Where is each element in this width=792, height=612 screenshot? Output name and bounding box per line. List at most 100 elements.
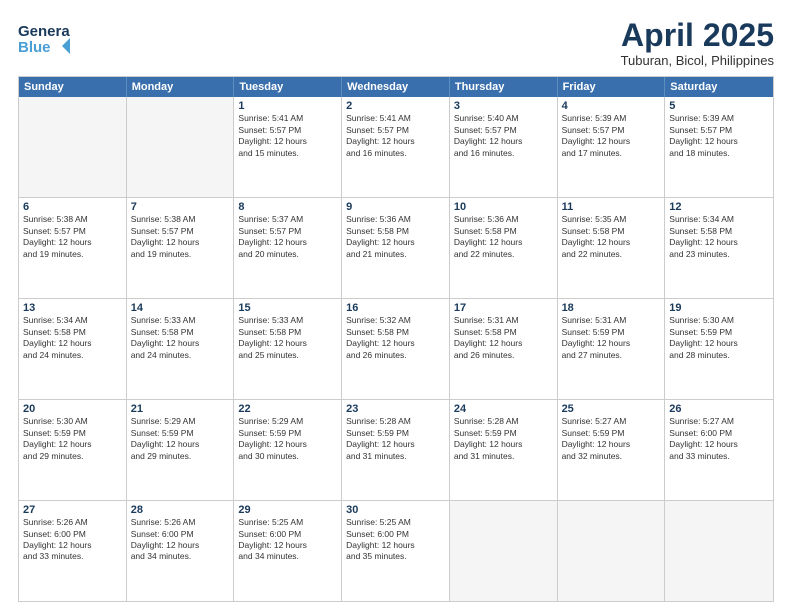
calendar-cell: 6Sunrise: 5:38 AM Sunset: 5:57 PM Daylig… [19, 198, 127, 298]
day-info: Sunrise: 5:26 AM Sunset: 6:00 PM Dayligh… [23, 517, 122, 563]
day-info: Sunrise: 5:28 AM Sunset: 5:59 PM Dayligh… [346, 416, 445, 462]
calendar-cell: 24Sunrise: 5:28 AM Sunset: 5:59 PM Dayli… [450, 400, 558, 500]
day-number: 4 [562, 100, 661, 112]
day-number: 6 [23, 201, 122, 213]
calendar-cell [127, 97, 235, 197]
day-info: Sunrise: 5:29 AM Sunset: 5:59 PM Dayligh… [131, 416, 230, 462]
calendar-cell: 10Sunrise: 5:36 AM Sunset: 5:58 PM Dayli… [450, 198, 558, 298]
calendar: SundayMondayTuesdayWednesdayThursdayFrid… [18, 76, 774, 602]
day-number: 12 [669, 201, 769, 213]
calendar-cell: 1Sunrise: 5:41 AM Sunset: 5:57 PM Daylig… [234, 97, 342, 197]
day-number: 14 [131, 302, 230, 314]
calendar-row-3: 20Sunrise: 5:30 AM Sunset: 5:59 PM Dayli… [19, 399, 773, 500]
header-day-monday: Monday [127, 77, 235, 97]
month-title: April 2025 [621, 18, 774, 53]
day-info: Sunrise: 5:39 AM Sunset: 5:57 PM Dayligh… [669, 113, 769, 159]
calendar-cell: 23Sunrise: 5:28 AM Sunset: 5:59 PM Dayli… [342, 400, 450, 500]
day-number: 2 [346, 100, 445, 112]
day-info: Sunrise: 5:29 AM Sunset: 5:59 PM Dayligh… [238, 416, 337, 462]
location-subtitle: Tuburan, Bicol, Philippines [621, 53, 774, 68]
calendar-cell: 25Sunrise: 5:27 AM Sunset: 5:59 PM Dayli… [558, 400, 666, 500]
day-number: 28 [131, 504, 230, 516]
day-info: Sunrise: 5:34 AM Sunset: 5:58 PM Dayligh… [23, 315, 122, 361]
day-info: Sunrise: 5:28 AM Sunset: 5:59 PM Dayligh… [454, 416, 553, 462]
day-info: Sunrise: 5:27 AM Sunset: 6:00 PM Dayligh… [669, 416, 769, 462]
svg-text:Blue: Blue [18, 39, 51, 56]
day-info: Sunrise: 5:41 AM Sunset: 5:57 PM Dayligh… [346, 113, 445, 159]
day-info: Sunrise: 5:33 AM Sunset: 5:58 PM Dayligh… [238, 315, 337, 361]
calendar-cell: 19Sunrise: 5:30 AM Sunset: 5:59 PM Dayli… [665, 299, 773, 399]
day-info: Sunrise: 5:32 AM Sunset: 5:58 PM Dayligh… [346, 315, 445, 361]
header-day-thursday: Thursday [450, 77, 558, 97]
calendar-cell: 28Sunrise: 5:26 AM Sunset: 6:00 PM Dayli… [127, 501, 235, 601]
day-number: 21 [131, 403, 230, 415]
calendar-cell: 17Sunrise: 5:31 AM Sunset: 5:58 PM Dayli… [450, 299, 558, 399]
day-info: Sunrise: 5:38 AM Sunset: 5:57 PM Dayligh… [131, 214, 230, 260]
calendar-row-2: 13Sunrise: 5:34 AM Sunset: 5:58 PM Dayli… [19, 298, 773, 399]
header-day-saturday: Saturday [665, 77, 773, 97]
calendar-cell: 9Sunrise: 5:36 AM Sunset: 5:58 PM Daylig… [342, 198, 450, 298]
calendar-cell: 21Sunrise: 5:29 AM Sunset: 5:59 PM Dayli… [127, 400, 235, 500]
day-info: Sunrise: 5:35 AM Sunset: 5:58 PM Dayligh… [562, 214, 661, 260]
day-info: Sunrise: 5:27 AM Sunset: 5:59 PM Dayligh… [562, 416, 661, 462]
calendar-cell [450, 501, 558, 601]
calendar-cell: 11Sunrise: 5:35 AM Sunset: 5:58 PM Dayli… [558, 198, 666, 298]
day-number: 5 [669, 100, 769, 112]
calendar-cell: 20Sunrise: 5:30 AM Sunset: 5:59 PM Dayli… [19, 400, 127, 500]
calendar-cell: 18Sunrise: 5:31 AM Sunset: 5:59 PM Dayli… [558, 299, 666, 399]
calendar-cell: 22Sunrise: 5:29 AM Sunset: 5:59 PM Dayli… [234, 400, 342, 500]
day-info: Sunrise: 5:36 AM Sunset: 5:58 PM Dayligh… [346, 214, 445, 260]
day-number: 23 [346, 403, 445, 415]
logo-icon: General Blue [18, 18, 70, 60]
day-info: Sunrise: 5:33 AM Sunset: 5:58 PM Dayligh… [131, 315, 230, 361]
day-number: 29 [238, 504, 337, 516]
day-info: Sunrise: 5:31 AM Sunset: 5:58 PM Dayligh… [454, 315, 553, 361]
day-info: Sunrise: 5:26 AM Sunset: 6:00 PM Dayligh… [131, 517, 230, 563]
day-number: 7 [131, 201, 230, 213]
calendar-cell: 5Sunrise: 5:39 AM Sunset: 5:57 PM Daylig… [665, 97, 773, 197]
day-info: Sunrise: 5:36 AM Sunset: 5:58 PM Dayligh… [454, 214, 553, 260]
day-number: 26 [669, 403, 769, 415]
calendar-cell: 8Sunrise: 5:37 AM Sunset: 5:57 PM Daylig… [234, 198, 342, 298]
day-info: Sunrise: 5:25 AM Sunset: 6:00 PM Dayligh… [346, 517, 445, 563]
day-info: Sunrise: 5:30 AM Sunset: 5:59 PM Dayligh… [669, 315, 769, 361]
calendar-cell: 30Sunrise: 5:25 AM Sunset: 6:00 PM Dayli… [342, 501, 450, 601]
day-info: Sunrise: 5:40 AM Sunset: 5:57 PM Dayligh… [454, 113, 553, 159]
calendar-cell [665, 501, 773, 601]
day-info: Sunrise: 5:34 AM Sunset: 5:58 PM Dayligh… [669, 214, 769, 260]
calendar-cell: 3Sunrise: 5:40 AM Sunset: 5:57 PM Daylig… [450, 97, 558, 197]
day-number: 17 [454, 302, 553, 314]
day-number: 1 [238, 100, 337, 112]
calendar-header: SundayMondayTuesdayWednesdayThursdayFrid… [19, 77, 773, 97]
calendar-row-1: 6Sunrise: 5:38 AM Sunset: 5:57 PM Daylig… [19, 197, 773, 298]
logo: General Blue [18, 18, 70, 60]
day-number: 19 [669, 302, 769, 314]
day-info: Sunrise: 5:38 AM Sunset: 5:57 PM Dayligh… [23, 214, 122, 260]
calendar-cell: 16Sunrise: 5:32 AM Sunset: 5:58 PM Dayli… [342, 299, 450, 399]
day-info: Sunrise: 5:31 AM Sunset: 5:59 PM Dayligh… [562, 315, 661, 361]
calendar-cell: 4Sunrise: 5:39 AM Sunset: 5:57 PM Daylig… [558, 97, 666, 197]
day-number: 25 [562, 403, 661, 415]
calendar-cell [558, 501, 666, 601]
page: General Blue April 2025 Tuburan, Bicol, … [0, 0, 792, 612]
calendar-cell: 15Sunrise: 5:33 AM Sunset: 5:58 PM Dayli… [234, 299, 342, 399]
day-number: 30 [346, 504, 445, 516]
day-info: Sunrise: 5:41 AM Sunset: 5:57 PM Dayligh… [238, 113, 337, 159]
calendar-body: 1Sunrise: 5:41 AM Sunset: 5:57 PM Daylig… [19, 97, 773, 601]
day-number: 10 [454, 201, 553, 213]
day-info: Sunrise: 5:30 AM Sunset: 5:59 PM Dayligh… [23, 416, 122, 462]
day-number: 8 [238, 201, 337, 213]
day-number: 16 [346, 302, 445, 314]
calendar-cell: 26Sunrise: 5:27 AM Sunset: 6:00 PM Dayli… [665, 400, 773, 500]
day-number: 11 [562, 201, 661, 213]
calendar-row-0: 1Sunrise: 5:41 AM Sunset: 5:57 PM Daylig… [19, 97, 773, 197]
calendar-row-4: 27Sunrise: 5:26 AM Sunset: 6:00 PM Dayli… [19, 500, 773, 601]
day-number: 18 [562, 302, 661, 314]
day-number: 20 [23, 403, 122, 415]
header-day-wednesday: Wednesday [342, 77, 450, 97]
calendar-cell: 29Sunrise: 5:25 AM Sunset: 6:00 PM Dayli… [234, 501, 342, 601]
svg-text:General: General [18, 23, 70, 40]
day-number: 22 [238, 403, 337, 415]
day-number: 3 [454, 100, 553, 112]
title-block: April 2025 Tuburan, Bicol, Philippines [621, 18, 774, 68]
